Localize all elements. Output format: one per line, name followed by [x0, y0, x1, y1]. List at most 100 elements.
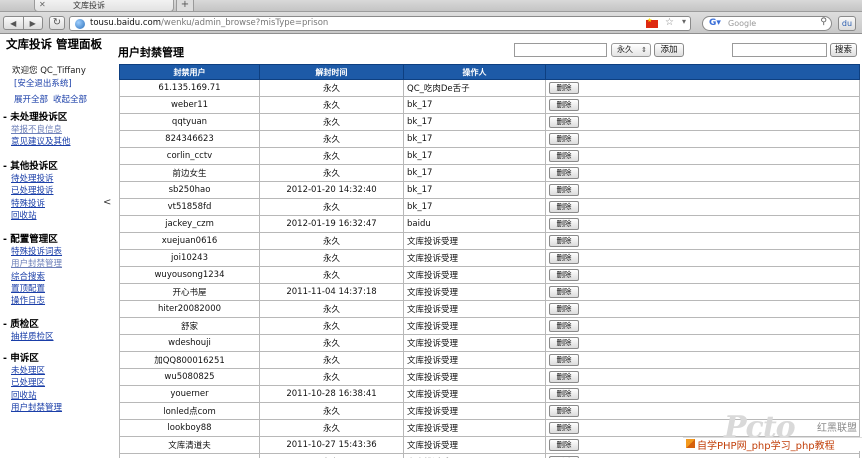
- delete-button[interactable]: 删除: [549, 286, 579, 298]
- table-row: jackey_czm 2012-01-19 16:32:47 baidu 删除: [119, 215, 860, 233]
- tab-title: 文库投诉: [73, 1, 105, 10]
- cell-actions: 删除: [545, 453, 860, 458]
- page-title: 用户封禁管理: [118, 46, 184, 59]
- add-ban-button[interactable]: 添加: [654, 43, 684, 57]
- search-engine-placeholder: Google: [728, 19, 757, 28]
- sidebar-collapse-icon[interactable]: <: [103, 197, 111, 208]
- cell-actions: 删除: [545, 402, 860, 420]
- sidebar-item-appeal-user-ban[interactable]: 用户封禁管理: [11, 402, 62, 414]
- bookmark-star-icon[interactable]: ☆: [665, 17, 674, 28]
- browser-tab[interactable]: ✕ 文库投诉: [34, 0, 174, 12]
- table-row: youerner 2011-10-28 16:38:41 文库投诉受理 删除: [119, 385, 860, 403]
- delete-button[interactable]: 删除: [549, 303, 579, 315]
- browser-search-box[interactable]: G▾ Google ⚲: [702, 16, 832, 31]
- reload-icon[interactable]: ↻: [49, 16, 65, 30]
- sidebar-item-op-log[interactable]: 操作日志: [11, 295, 62, 307]
- sidebar-item-pin-config[interactable]: 置顶配置: [11, 283, 62, 295]
- sidebar-item-processed[interactable]: 已处理投诉: [11, 185, 58, 197]
- delete-button[interactable]: 删除: [549, 235, 579, 247]
- section-heading[interactable]: - 其他投诉区: [3, 161, 58, 173]
- cell-actions: 删除: [545, 249, 860, 267]
- cell-actions: 删除: [545, 283, 860, 301]
- section-heading[interactable]: - 配置管理区: [3, 234, 62, 246]
- sidebar-item-report-bad-info[interactable]: 举报不良信息: [11, 124, 71, 136]
- google-icon[interactable]: G▾: [709, 18, 721, 28]
- collapse-all-link[interactable]: 收起全部: [53, 95, 87, 105]
- sidebar-item-pending[interactable]: 待处理投诉: [11, 173, 58, 185]
- close-tab-icon[interactable]: ✕: [39, 0, 46, 9]
- new-tab-button[interactable]: +: [176, 0, 194, 12]
- sidebar-item-special[interactable]: 特殊投诉: [11, 198, 58, 210]
- table-row: weber11 永久 bk_17 删除: [119, 96, 860, 114]
- search-input[interactable]: [732, 43, 827, 57]
- logout-link[interactable]: [安全退出系统]: [14, 77, 72, 89]
- sidebar-item-appeal-processed[interactable]: 已处理区: [11, 377, 62, 389]
- magnifier-icon[interactable]: ⚲: [820, 17, 827, 27]
- delete-button[interactable]: 删除: [549, 439, 579, 451]
- table-row: 824346623 永久 bk_17 删除: [119, 130, 860, 148]
- panel-title: 文库投诉 管理面板: [6, 37, 103, 51]
- delete-button[interactable]: 删除: [549, 99, 579, 111]
- delete-button[interactable]: 删除: [549, 218, 579, 230]
- url-path: /wenku/admin_browse?misType=prison: [161, 18, 329, 28]
- delete-button[interactable]: 删除: [549, 150, 579, 162]
- delete-button[interactable]: 删除: [549, 133, 579, 145]
- delete-button[interactable]: 删除: [549, 354, 579, 366]
- delete-button[interactable]: 删除: [549, 371, 579, 383]
- sidebar-item-user-ban[interactable]: 用户封禁管理: [11, 258, 62, 270]
- delete-button[interactable]: 删除: [549, 388, 579, 400]
- cell-operator: 文库投诉受理: [403, 317, 546, 335]
- section-heading[interactable]: - 申诉区: [3, 353, 62, 365]
- sidebar-item-appeal-recycle[interactable]: 回收站: [11, 390, 62, 402]
- sidebar-item-appeal-pending[interactable]: 未处理区: [11, 365, 62, 377]
- sidebar-item-search[interactable]: 综合搜索: [11, 271, 62, 283]
- cell-user: sb250hao: [119, 181, 260, 199]
- delete-button[interactable]: 删除: [549, 252, 579, 264]
- delete-button[interactable]: 删除: [549, 422, 579, 434]
- delete-button[interactable]: 删除: [549, 405, 579, 417]
- back-icon[interactable]: ◀: [4, 17, 23, 29]
- history-dropdown-icon[interactable]: ▾: [682, 17, 686, 26]
- expand-all-link[interactable]: 展开全部: [14, 95, 48, 105]
- url-text[interactable]: tousu.baidu.com/wenku/admin_browse?misTy…: [90, 18, 328, 28]
- baidu-addon-icon[interactable]: du: [838, 16, 856, 31]
- cell-unban-time: 永久: [259, 249, 404, 267]
- welcome-text: 欢迎您 QC_Tiffany: [12, 66, 86, 76]
- section-heading[interactable]: - 质检区: [3, 319, 54, 331]
- cell-unban-time: 永久: [259, 402, 404, 420]
- sidebar-item-special-words[interactable]: 特殊投诉词表: [11, 246, 62, 258]
- delete-button[interactable]: 删除: [549, 201, 579, 213]
- search-button[interactable]: 搜索: [830, 43, 857, 57]
- sidebar-item-recycle[interactable]: 回收站: [11, 210, 58, 222]
- cell-actions: 删除: [545, 130, 860, 148]
- section-other-complaints: - 其他投诉区 待处理投诉 已处理投诉 特殊投诉 回收站: [3, 161, 58, 222]
- cell-user: wu5080825: [119, 368, 260, 386]
- cell-user: 文库清道夫: [119, 436, 260, 454]
- delete-button[interactable]: 删除: [549, 320, 579, 332]
- delete-button[interactable]: 删除: [549, 184, 579, 196]
- cell-unban-time: 2011-10-27 15:43:36: [259, 436, 404, 454]
- cell-actions: 删除: [545, 113, 860, 131]
- table-row: 开心书屋 2011-11-04 14:37:18 文库投诉受理 删除: [119, 283, 860, 301]
- table-row: 加QQ800016251 永久 文库投诉受理 删除: [119, 351, 860, 369]
- site-globe-icon: [75, 19, 85, 29]
- cell-actions: 删除: [545, 164, 860, 182]
- section-config: - 配置管理区 特殊投诉词表 用户封禁管理 综合搜索 置顶配置 操作日志: [3, 234, 62, 307]
- delete-button[interactable]: 删除: [549, 269, 579, 281]
- browser-tab-bar: ✕ 文库投诉 +: [0, 0, 862, 12]
- cell-unban-time: 2011-11-04 14:37:18: [259, 283, 404, 301]
- cell-actions: 删除: [545, 79, 860, 97]
- section-heading[interactable]: - 未处理投诉区: [3, 112, 71, 124]
- sidebar-item-suggestions[interactable]: 意见建议及其他: [11, 136, 71, 148]
- forward-icon[interactable]: ▶: [22, 17, 43, 29]
- delete-button[interactable]: 删除: [549, 167, 579, 179]
- address-bar[interactable]: tousu.baidu.com/wenku/admin_browse?misTy…: [69, 16, 691, 31]
- delete-button[interactable]: 删除: [549, 116, 579, 128]
- delete-button[interactable]: 删除: [549, 337, 579, 349]
- ban-user-input[interactable]: [514, 43, 607, 57]
- cell-actions: 删除: [545, 351, 860, 369]
- sidebar-item-sampling[interactable]: 抽样质检区: [11, 331, 54, 343]
- ban-duration-select[interactable]: 永久 ⇕: [611, 43, 651, 57]
- cell-user: lonled点com: [119, 402, 260, 420]
- delete-button[interactable]: 删除: [549, 82, 579, 94]
